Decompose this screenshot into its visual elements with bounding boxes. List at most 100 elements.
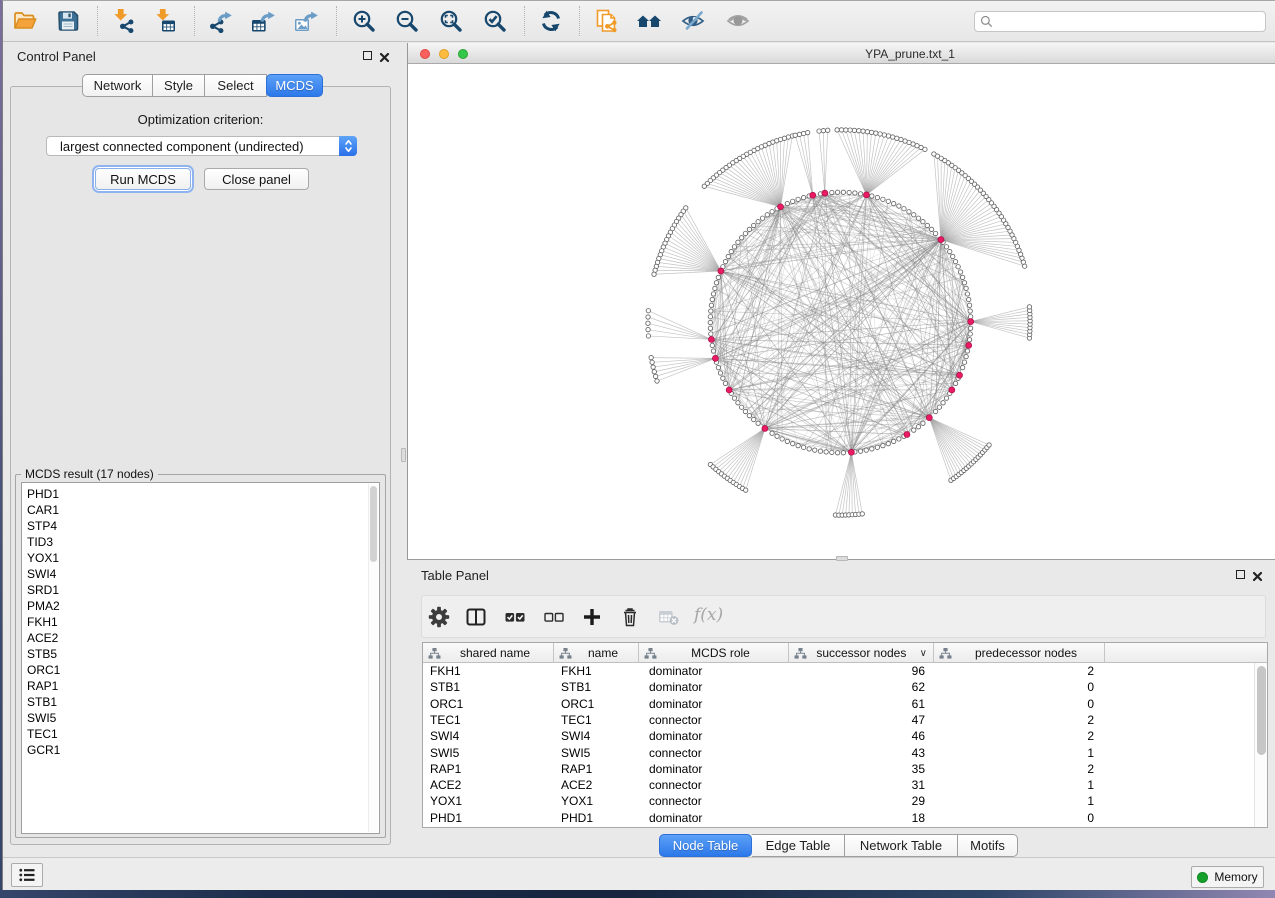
table-row[interactable]: STB1STB1dominator620 [423,679,1254,696]
graph-node[interactable] [968,326,972,330]
table-row[interactable]: FKH1FKH1dominator962 [423,663,1254,680]
graph-node[interactable] [655,379,659,383]
mcds-result-item[interactable]: STB5 [22,646,379,662]
mcds-result-item[interactable]: TID3 [22,534,379,550]
mcds-result-item[interactable]: SRD1 [22,582,379,598]
graph-node[interactable] [937,405,941,409]
graph-node[interactable] [785,201,789,205]
graph-node[interactable] [865,130,869,134]
graph-node[interactable] [709,309,713,313]
settings-gear-icon[interactable] [426,604,452,630]
table-cell[interactable]: 18 [789,810,934,827]
table-cell[interactable]: RAP1 [554,761,639,778]
graph-node[interactable] [948,249,952,253]
graph-node[interactable] [805,130,809,134]
table-cell[interactable]: SWI4 [554,728,639,745]
close-icon[interactable] [379,50,390,61]
table-row[interactable]: ACE2ACE2connector311 [423,777,1254,794]
graph-node[interactable] [739,236,743,240]
table-scrollbar[interactable] [1254,663,1267,827]
function-builder-button[interactable]: f(x) [694,605,723,625]
graph-node[interactable] [739,405,743,409]
table-cell[interactable]: 2 [934,712,1105,729]
criterion-dropdown[interactable]: largest connected component (undirected) [46,136,357,156]
graph-node[interactable] [967,303,971,307]
graph-dominator-node[interactable] [726,387,732,393]
graph-node[interactable] [807,447,811,451]
graph-node[interactable] [652,272,656,276]
graph-node[interactable] [967,338,971,342]
graph-node[interactable] [736,401,740,405]
refresh-icon[interactable] [537,7,565,35]
graph-node[interactable] [747,227,751,231]
graph-node[interactable] [710,297,714,301]
mcds-result-item[interactable]: RAP1 [22,678,379,694]
graph-node[interactable] [651,365,655,369]
graph-node[interactable] [770,210,774,214]
graph-node[interactable] [702,184,706,188]
table-cell[interactable]: connector [639,793,789,810]
horizontal-splitter-handle[interactable] [836,556,848,561]
graph-dominator-node[interactable] [810,192,816,198]
table-cell[interactable]: 0 [934,696,1105,713]
graph-node[interactable] [710,343,714,347]
graph-node[interactable] [723,381,727,385]
graph-node[interactable] [864,448,868,452]
graph-node[interactable] [646,334,650,338]
graph-dominator-node[interactable] [966,342,972,348]
graph-node[interactable] [962,360,966,364]
float-icon[interactable] [363,51,372,60]
graph-node[interactable] [744,488,748,492]
mcds-result-item[interactable]: TEC1 [22,726,379,742]
table-cell[interactable]: RAP1 [423,761,554,778]
table-cell[interactable]: FKH1 [423,663,554,680]
graph-node[interactable] [875,195,879,199]
add-column-icon[interactable] [579,604,605,630]
table-cell[interactable]: 2 [934,663,1105,680]
mcds-result-item[interactable]: SWI5 [22,710,379,726]
run-mcds-button[interactable]: Run MCDS [95,168,191,190]
column-header-successor-nodes[interactable]: successor nodes∨ [789,643,934,663]
fit-content-icon[interactable] [437,7,465,35]
table-cell[interactable]: 2 [934,728,1105,745]
graph-node[interactable] [732,396,736,400]
graph-node[interactable] [830,450,834,454]
float-icon[interactable] [1236,570,1245,579]
column-header-shared-name[interactable]: shared name [423,643,554,663]
graph-node[interactable] [796,443,800,447]
graph-node[interactable] [870,447,874,451]
graph-node[interactable] [716,365,720,369]
graph-dominator-node[interactable] [848,449,854,455]
graph-node[interactable] [847,190,851,194]
table-cell[interactable]: PHD1 [554,810,639,827]
graph-node[interactable] [912,428,916,432]
mcds-list-scrollbar[interactable] [368,484,378,832]
graph-node[interactable] [756,421,760,425]
graph-dominator-node[interactable] [957,372,963,378]
graph-node[interactable] [708,320,712,324]
graph-node[interactable] [650,360,654,364]
graph-node[interactable] [716,275,720,279]
graph-node[interactable] [941,401,945,405]
table-cell[interactable]: dominator [639,761,789,778]
tab-network[interactable]: Network [82,74,153,97]
graph-node[interactable] [723,259,727,263]
graph-node[interactable] [953,259,957,263]
graph-node[interactable] [956,264,960,268]
zoom-selected-icon[interactable] [481,7,509,35]
graph-node[interactable] [968,314,972,318]
table-cell[interactable]: 1 [934,745,1105,762]
table-cell[interactable]: dominator [639,663,789,680]
close-panel-button[interactable]: Close panel [204,168,309,190]
graph-node[interactable] [775,434,779,438]
table-cell[interactable]: ORC1 [423,696,554,713]
graph-dominator-node[interactable] [778,204,784,210]
graph-node[interactable] [944,396,948,400]
table-cell[interactable]: dominator [639,810,789,827]
graph-node[interactable] [743,409,747,413]
table-cell[interactable]: 61 [789,696,934,713]
graph-node[interactable] [929,227,933,231]
graph-node[interactable] [858,192,862,196]
graph-node[interactable] [953,381,957,385]
mcds-result-item[interactable]: ORC1 [22,662,379,678]
